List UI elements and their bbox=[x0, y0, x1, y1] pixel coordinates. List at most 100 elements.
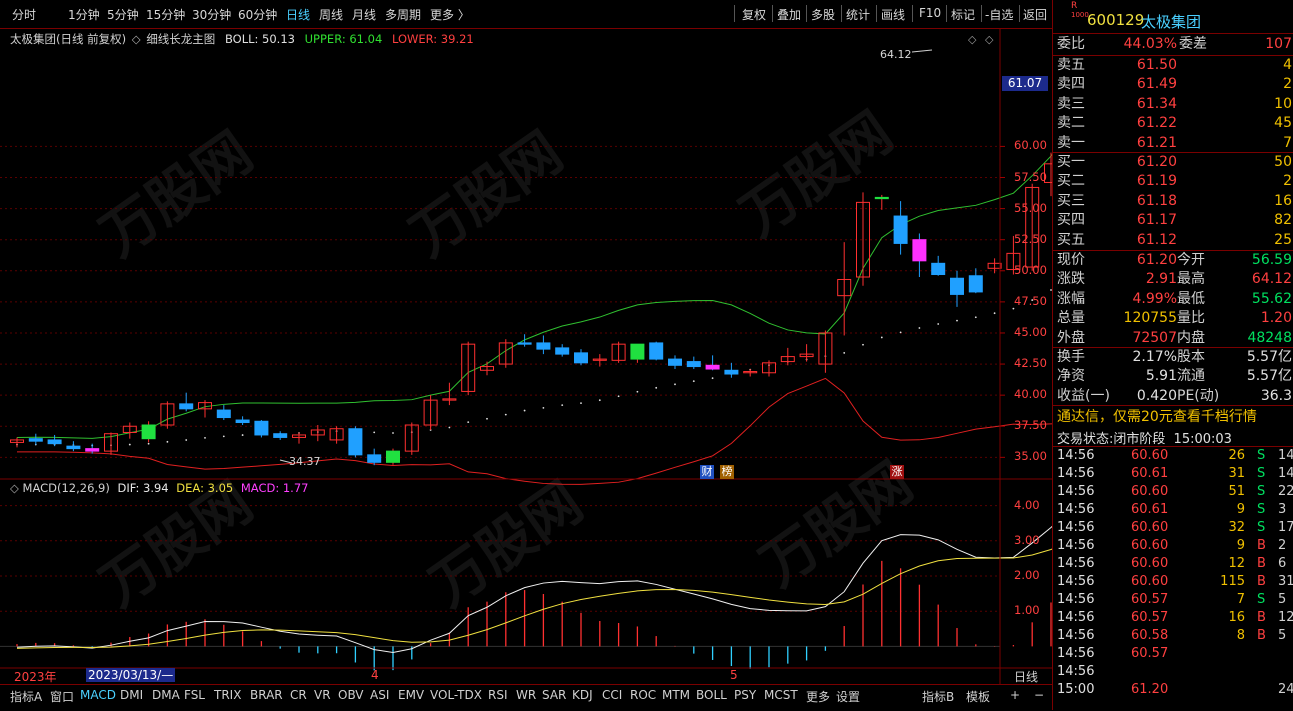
sells-price[interactable]: 61.50 bbox=[1137, 56, 1177, 75]
low-label: 34.37 bbox=[289, 455, 321, 468]
indicator-tab-14[interactable]: RSI bbox=[488, 688, 508, 702]
stats2-value: 5.57亿 bbox=[1246, 349, 1292, 365]
period-tab-fenshi[interactable]: 分时 bbox=[12, 6, 36, 23]
period-tab-15min[interactable]: 15分钟 bbox=[146, 6, 185, 23]
sells-price[interactable]: 61.21 bbox=[1137, 134, 1177, 153]
indicator-tab-20[interactable]: MTM bbox=[662, 688, 690, 702]
finance-marker-icon[interactable]: 财 bbox=[700, 465, 714, 479]
period-tab-30min[interactable]: 30分钟 bbox=[192, 6, 231, 23]
bottom-right-3[interactable]: − bbox=[1034, 688, 1044, 702]
indicator-tab-5[interactable]: FSL bbox=[184, 688, 205, 702]
indicator-tab-6[interactable]: TRIX bbox=[214, 688, 241, 702]
indicator-tab-12[interactable]: EMV bbox=[398, 688, 424, 702]
multi-stock-button[interactable]: 多股 bbox=[811, 6, 835, 23]
indicator-tab-7[interactable]: BRAR bbox=[250, 688, 283, 702]
bottom-right-0[interactable]: 指标B bbox=[922, 688, 954, 705]
period-tab-more[interactable]: 更多 〉 bbox=[430, 6, 470, 23]
indicator-tab-22[interactable]: PSY bbox=[734, 688, 756, 702]
back-button[interactable]: 返回 bbox=[1023, 6, 1047, 23]
buys-price[interactable]: 61.17 bbox=[1137, 211, 1177, 230]
kline-chart[interactable] bbox=[0, 28, 1052, 684]
draw-line-button[interactable]: 画线 bbox=[881, 6, 905, 23]
upper-value: UPPER: 61.04 bbox=[304, 32, 383, 46]
watchlist-button[interactable]: -自选 bbox=[985, 6, 1013, 23]
buys-price[interactable]: 61.18 bbox=[1137, 192, 1177, 211]
weibi-label: 委比 bbox=[1057, 36, 1085, 52]
period-tab-monthly[interactable]: 月线 bbox=[352, 6, 376, 23]
tick-volume: 8 bbox=[1236, 628, 1245, 643]
tick-volume: 31 bbox=[1228, 466, 1245, 481]
settings-diamond-icon[interactable]: ◇ bbox=[985, 33, 993, 46]
indicator-tab-8[interactable]: CR bbox=[290, 688, 307, 702]
sells-label: 卖二 bbox=[1057, 115, 1085, 132]
chart-grid bbox=[0, 145, 1000, 612]
candle-body bbox=[574, 352, 588, 364]
month-label-4: 4 bbox=[371, 668, 379, 682]
period-tab-weekly[interactable]: 周线 bbox=[319, 6, 343, 23]
indicator-name[interactable]: 细线长龙主图 bbox=[146, 32, 215, 46]
chart-axes bbox=[0, 28, 1052, 684]
indicator-tab-11[interactable]: ASI bbox=[370, 688, 389, 702]
indicator-tab-2[interactable]: MACD bbox=[80, 688, 116, 702]
tick-side: S bbox=[1257, 448, 1266, 463]
indicator-tab-16[interactable]: SAR bbox=[542, 688, 566, 702]
indicator-tab-17[interactable]: KDJ bbox=[572, 688, 593, 702]
stats-button[interactable]: 统计 bbox=[846, 6, 870, 23]
buys-volume: 16 bbox=[1274, 192, 1292, 209]
stock-name[interactable]: 太极集团 bbox=[1141, 11, 1201, 32]
period-tab-60min[interactable]: 60分钟 bbox=[238, 6, 277, 23]
toolbar-separator bbox=[806, 5, 807, 22]
ranking-marker-icon[interactable]: 榜 bbox=[720, 465, 734, 479]
boll-mid-dot bbox=[373, 431, 376, 434]
limit-up-marker-icon[interactable]: 涨 bbox=[890, 465, 904, 479]
period-tab-multi[interactable]: 多周期 bbox=[385, 6, 421, 23]
bottom-right-2[interactable]: + bbox=[1010, 688, 1020, 702]
dropdown-icon[interactable]: ◇ bbox=[132, 32, 141, 46]
tick-volume: 16 bbox=[1228, 610, 1245, 625]
sells-volume: 4 bbox=[1283, 57, 1292, 73]
sells-price[interactable]: 61.22 bbox=[1137, 114, 1177, 133]
candle-body bbox=[724, 369, 739, 375]
period-tab-daily[interactable]: 日线 bbox=[286, 6, 310, 23]
indicator-tab-13[interactable]: VOL-TDX bbox=[430, 688, 482, 702]
tick-volume: 9 bbox=[1236, 538, 1245, 553]
stats2-label: 净资 bbox=[1057, 368, 1085, 385]
indicator-tab-3[interactable]: DMI bbox=[120, 688, 143, 702]
indicator-tab-1[interactable]: 窗口 bbox=[50, 688, 74, 705]
bottom-right-1[interactable]: 模板 bbox=[966, 688, 990, 705]
indicator-tab-18[interactable]: CCI bbox=[602, 688, 622, 702]
indicator-tab-9[interactable]: VR bbox=[314, 688, 331, 702]
fuquan-button[interactable]: 复权 bbox=[742, 6, 766, 23]
indicator-tab-0[interactable]: 指标A bbox=[10, 688, 42, 705]
period-tab-5min[interactable]: 5分钟 bbox=[107, 6, 139, 23]
indicator-tab-23[interactable]: MCST bbox=[764, 688, 798, 702]
overlay-button[interactable]: 叠加 bbox=[777, 6, 801, 23]
indicator-tab-21[interactable]: BOLL bbox=[696, 688, 727, 702]
buys-row: 买四 61.17 82 bbox=[1053, 211, 1293, 230]
macd-name[interactable]: MACD(12,26,9) bbox=[23, 481, 110, 495]
indicator-tab-15[interactable]: WR bbox=[516, 688, 536, 702]
period-tab-1min[interactable]: 1分钟 bbox=[68, 6, 100, 23]
period-indicator: 日线 bbox=[1014, 670, 1039, 684]
dropdown-icon[interactable]: ◇ bbox=[10, 481, 19, 495]
sells-label: 卖五 bbox=[1057, 57, 1085, 73]
mark-button[interactable]: 标记 bbox=[951, 6, 975, 23]
toolbar-separator bbox=[946, 5, 947, 22]
buys-price[interactable]: 61.20 bbox=[1137, 153, 1177, 172]
diamond-icon[interactable]: ◇ bbox=[968, 33, 976, 46]
stats2-label: 流通 bbox=[1177, 368, 1205, 385]
sells-price[interactable]: 61.49 bbox=[1137, 75, 1177, 94]
indicator-tab-10[interactable]: OBV bbox=[338, 688, 364, 702]
buys-price[interactable]: 61.19 bbox=[1137, 172, 1177, 191]
tick-time: 14:56 bbox=[1057, 520, 1095, 535]
buys-price[interactable]: 61.12 bbox=[1137, 231, 1177, 250]
indicator-tab-4[interactable]: DMA bbox=[152, 688, 180, 702]
indicator-tab-25[interactable]: 设置 bbox=[836, 688, 860, 705]
indicator-tab-19[interactable]: ROC bbox=[630, 688, 656, 702]
indicator-tab-24[interactable]: 更多 bbox=[806, 688, 830, 705]
promo-link[interactable]: 通达信，仅需20元查看千档行情 bbox=[1057, 406, 1257, 426]
f10-button[interactable]: F10 bbox=[919, 6, 941, 20]
tick-row: 14:56 60.57 7 S 5 bbox=[1053, 591, 1293, 609]
tick-price: 60.57 bbox=[1131, 610, 1169, 625]
sells-price[interactable]: 61.34 bbox=[1137, 95, 1177, 114]
